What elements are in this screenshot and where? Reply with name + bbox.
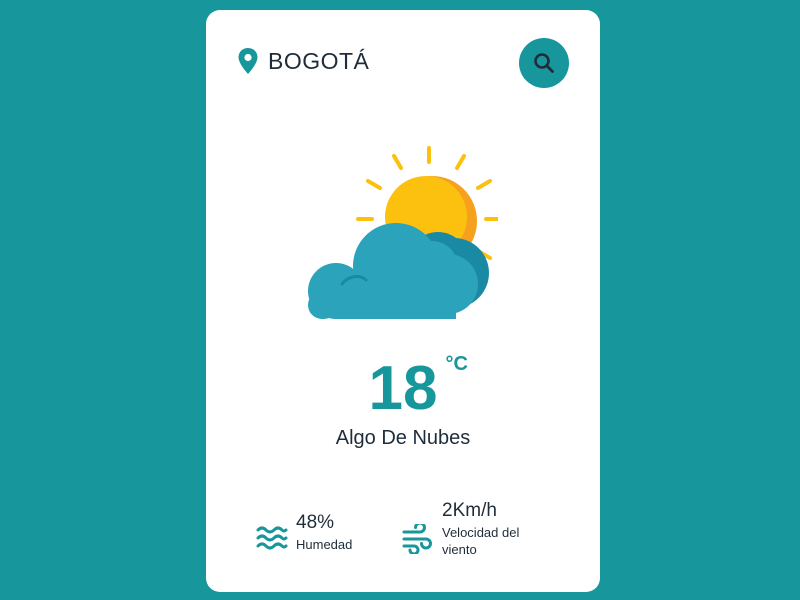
map-pin-icon — [238, 48, 258, 74]
wind-icon — [402, 524, 432, 554]
wind-value: 2Km/h — [442, 500, 497, 521]
wind-text: 2Km/h Velocidad del viento — [442, 500, 542, 558]
temperature-number: 18 — [368, 354, 438, 423]
search-icon — [534, 53, 554, 73]
sun-behind-cloud-icon — [308, 146, 498, 319]
location-header: BOGOTÁ — [236, 46, 369, 76]
humidity-detail: 48% Humedad — [256, 512, 396, 554]
humidity-label: Humedad — [296, 537, 353, 552]
temperature-display: 18 °C — [206, 353, 600, 424]
search-button[interactable] — [519, 38, 569, 88]
city-name: BOGOTÁ — [268, 48, 370, 74]
humidity-value: 48% — [296, 512, 335, 533]
temperature-unit: °C — [445, 353, 468, 375]
wind-label: Velocidad del viento — [442, 525, 520, 557]
weather-card: BOGOTÁ 18 °C Algo De Nubes 48% Humedad 2… — [206, 10, 600, 592]
humidity-text: 48% Humedad — [296, 512, 396, 553]
weather-details: 48% Humedad 2Km/h Velocidad del viento — [206, 500, 600, 570]
waves-icon — [256, 526, 288, 550]
weather-description: Algo De Nubes — [335, 427, 471, 449]
wind-detail: 2Km/h Velocidad del viento — [402, 500, 542, 558]
temperature-value: 18 °C — [368, 353, 468, 424]
